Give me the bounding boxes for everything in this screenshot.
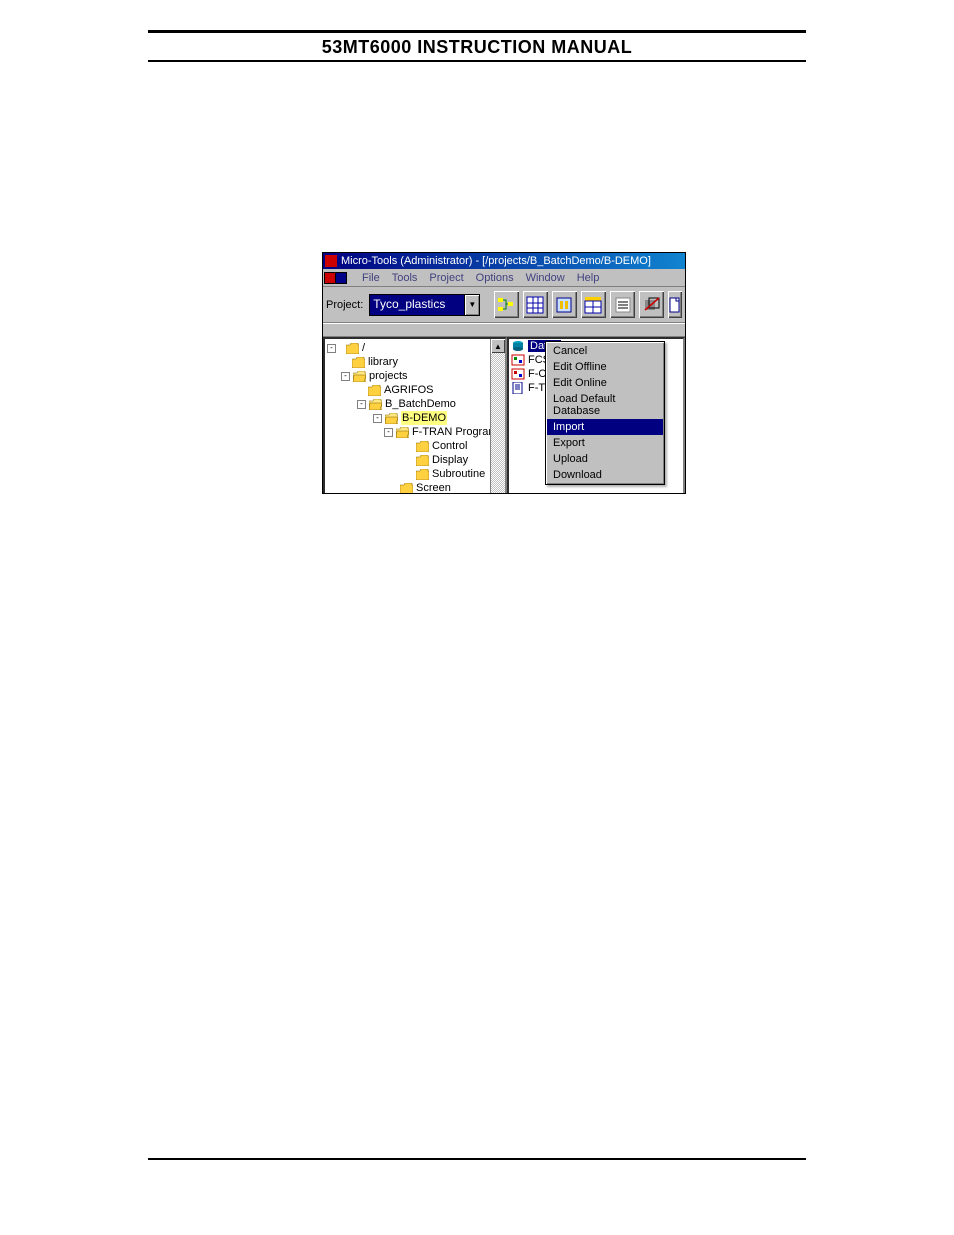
mdi-doc-icons [325, 273, 346, 283]
tree-node-batchdemo[interactable]: - B_BatchDemo [327, 397, 503, 411]
menu-help[interactable]: Help [577, 272, 600, 284]
context-menu: Cancel Edit Offline Edit Online Load Def… [545, 341, 665, 485]
project-combobox[interactable]: Tyco_plastics ▼ [369, 294, 480, 316]
tree-label: Subroutine [432, 467, 485, 481]
menu-options[interactable]: Options [476, 272, 514, 284]
header-rule-top [148, 30, 806, 33]
folder-icon [352, 357, 365, 368]
folder-open-icon [396, 427, 409, 438]
toolbar: Project: Tyco_plastics ▼ [323, 287, 685, 323]
app-icon [325, 255, 337, 267]
module-icon [511, 354, 525, 366]
folder-open-icon [369, 399, 382, 410]
toolbar-btn-table[interactable] [581, 291, 606, 318]
content-pane: Datab FCS F-CIM F-TR Cancel Edit Of [507, 337, 685, 494]
collapse-icon[interactable]: - [341, 372, 350, 381]
toolbar-btn-list[interactable] [610, 291, 635, 318]
collapse-icon[interactable]: - [384, 428, 393, 437]
tree-node-subroutine[interactable]: Subroutine [327, 467, 503, 481]
menu-export[interactable]: Export [547, 435, 663, 451]
folder-icon [416, 455, 429, 466]
tree-label: B_BatchDemo [385, 397, 456, 411]
menu-window[interactable]: Window [526, 272, 565, 284]
menu-tools[interactable]: Tools [392, 272, 418, 284]
toolbar-btn-overlay[interactable] [639, 291, 664, 318]
scroll-track[interactable] [491, 353, 505, 494]
toolbar-btn-wizard[interactable] [552, 291, 577, 318]
module-icon [511, 368, 525, 380]
menu-project[interactable]: Project [429, 272, 463, 284]
database-icon [511, 340, 525, 352]
toolbar-btn-doc[interactable] [668, 291, 682, 318]
tree-label: Screen [416, 481, 451, 494]
tree-scrollbar[interactable]: ▲ [490, 339, 505, 494]
combo-dropdown-arrow[interactable]: ▼ [464, 295, 479, 315]
project-tree[interactable]: - / library - projects [325, 339, 505, 494]
tree-node-agrifos[interactable]: AGRIFOS [327, 383, 503, 397]
menu-cancel[interactable]: Cancel [547, 343, 663, 359]
tree-node-projects[interactable]: - projects [327, 369, 503, 383]
manual-page: 53MT6000 INSTRUCTION MANUAL Micro-Tools … [0, 0, 954, 1235]
document-icon [511, 382, 525, 394]
app-window: Micro-Tools (Administrator) - [/projects… [322, 252, 686, 494]
header-rule-bottom [148, 60, 806, 62]
toolbar-btn-grid[interactable] [523, 291, 548, 318]
folder-icon [368, 385, 381, 396]
menu-import[interactable]: Import [547, 419, 663, 435]
folder-icon [346, 343, 359, 354]
tree-node-ftran[interactable]: - F-TRAN Programs [327, 425, 503, 439]
collapse-icon[interactable]: - [327, 344, 336, 353]
window-title: Micro-Tools (Administrator) - [/projects… [341, 255, 651, 267]
mdi-icon-1 [325, 273, 335, 283]
folder-icon [400, 483, 413, 494]
page-header-title: 53MT6000 INSTRUCTION MANUAL [148, 37, 806, 58]
project-tree-pane: - / library - projects [323, 337, 507, 494]
menu-file[interactable]: File [362, 272, 380, 284]
menubar: File Tools Project Options Window Help [323, 269, 685, 287]
split-panes: - / library - projects [323, 337, 685, 494]
collapse-icon[interactable]: - [373, 414, 382, 423]
folder-icon [416, 441, 429, 452]
scroll-up-icon[interactable]: ▲ [491, 339, 505, 353]
menu-load-default-db[interactable]: Load Default Database [547, 391, 663, 419]
tree-label: library [368, 355, 398, 369]
tree-node-screen[interactable]: Screen [327, 481, 503, 494]
toolbar-btn-tree[interactable] [494, 291, 519, 318]
toolbar-separator [323, 323, 685, 337]
tree-label: AGRIFOS [384, 383, 434, 397]
tree-label: projects [369, 369, 408, 383]
collapse-icon[interactable]: - [357, 400, 366, 409]
menu-upload[interactable]: Upload [547, 451, 663, 467]
tree-node-display[interactable]: Display [327, 453, 503, 467]
menu-edit-offline[interactable]: Edit Offline [547, 359, 663, 375]
footer-rule [148, 1158, 806, 1160]
menu-edit-online[interactable]: Edit Online [547, 375, 663, 391]
folder-open-icon [385, 413, 398, 424]
tree-node-library[interactable]: library [327, 355, 503, 369]
tree-label: Control [432, 439, 467, 453]
tree-node-control[interactable]: Control [327, 439, 503, 453]
window-titlebar[interactable]: Micro-Tools (Administrator) - [/projects… [323, 253, 685, 269]
folder-icon [416, 469, 429, 480]
folder-open-icon [353, 371, 366, 382]
mdi-icon-2 [336, 273, 346, 283]
tree-root[interactable]: - / [327, 341, 503, 355]
tree-label: / [362, 341, 365, 355]
project-value: Tyco_plastics [370, 295, 464, 315]
tree-node-bdemo[interactable]: - B-DEMO [327, 411, 503, 425]
tree-label-selected: B-DEMO [401, 411, 447, 425]
tree-label: Display [432, 453, 468, 467]
menu-download[interactable]: Download [547, 467, 663, 483]
project-label: Project: [326, 299, 363, 311]
